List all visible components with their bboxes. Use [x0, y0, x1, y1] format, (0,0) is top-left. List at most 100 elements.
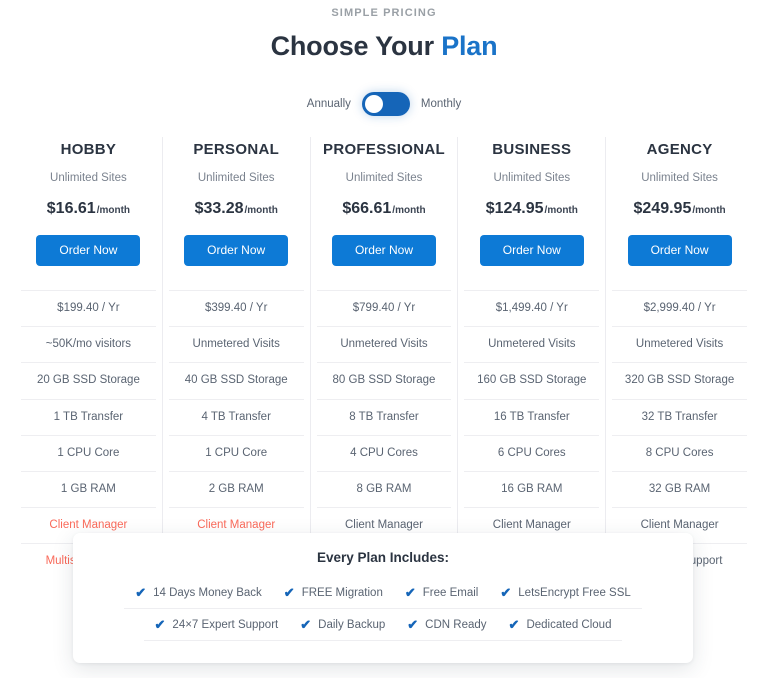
plan-price-amount: $124.95 [485, 200, 544, 217]
plan-feature-item: 16 TB Transfer [464, 398, 600, 435]
plan-name: AGENCY [646, 141, 713, 158]
plan-price-amount: $249.95 [633, 200, 692, 217]
order-now-button[interactable]: Order Now [479, 235, 584, 266]
page-title-accent: Plan [441, 31, 498, 61]
includes-grid: ✔ 14 Days Money Back ✔ FREE Migration ✔ Free … [99, 577, 667, 641]
billing-toggle-row: Annually Monthly [0, 92, 768, 116]
order-now-button[interactable]: Order Now [331, 235, 436, 266]
include-item: ✔ 14 Days Money Back [124, 577, 273, 609]
include-item-label: 14 Days Money Back [153, 586, 262, 599]
plan-price: $66.61/month [317, 200, 452, 218]
plan-feature-item: 8 GB RAM [316, 470, 452, 507]
plan-price-amount: $66.61 [342, 200, 392, 217]
include-item: ✔ Dedicated Cloud [497, 609, 623, 641]
include-item: ✔ FREE Migration [272, 577, 394, 609]
check-icon: ✔ [500, 585, 512, 600]
plan-price: $249.95/month [612, 200, 747, 218]
plan-feature-item: 1 TB Transfer [21, 398, 156, 435]
plan-feature-item: Unmetered Visits [168, 326, 304, 362]
include-item: ✔ CDN Ready [396, 609, 498, 641]
plan-price: $16.61/month [21, 200, 156, 218]
plan-price-period: /month [392, 205, 426, 216]
order-now-button[interactable]: Order Now [36, 235, 141, 266]
check-icon: ✔ [508, 617, 520, 632]
plan-feature-item: 2 GB RAM [168, 470, 304, 507]
plan-price-period: /month [96, 205, 131, 216]
plan-feature-item: 20 GB SSD Storage [21, 362, 156, 398]
plans-grid: HOBBY Unlimited Sites $16.61/month Order No… [0, 137, 768, 580]
plan-feature-item: $799.40 / Yr [316, 290, 452, 326]
plan-feature-item: 320 GB SSD Storage [612, 362, 747, 398]
plan-feature-item: ~50K/mo visitors [21, 326, 156, 362]
plan-subtitle: Unlimited Sites [50, 172, 127, 184]
plan-feature-item: Unmetered Visits [612, 326, 747, 362]
plan-feature-item: 160 GB SSD Storage [464, 362, 600, 398]
plan-column: PERSONAL Unlimited Sites $33.28/month Order… [163, 137, 311, 580]
plan-price-amount: $16.61 [46, 200, 96, 217]
plan-feature-item: Unmetered Visits [464, 326, 600, 362]
plan-column: PROFESSIONAL Unlimited Sites $66.61/month O… [311, 137, 459, 580]
plan-feature-item: $199.40 / Yr [21, 290, 156, 326]
plan-price-period: /month [544, 205, 578, 216]
every-plan-includes-panel: Every Plan Includes: ✔ 14 Days Money Back… [73, 533, 693, 663]
plan-feature-item: $1,499.40 / Yr [464, 290, 600, 326]
include-item-label: Free Email [422, 586, 479, 599]
check-icon: ✔ [154, 617, 166, 632]
include-item-label: 24×7 Expert Support [172, 618, 279, 631]
plan-price-period: /month [244, 205, 278, 216]
switch-knob[interactable] [364, 95, 383, 113]
include-item-label: LetsEncrypt Free SSL [518, 586, 631, 599]
plan-feature-item: 80 GB SSD Storage [316, 362, 452, 398]
check-icon: ✔ [407, 617, 419, 632]
check-icon: ✔ [404, 585, 416, 600]
plan-feature-item: 1 GB RAM [21, 470, 156, 507]
plan-column: AGENCY Unlimited Sites $249.95/month Order … [606, 137, 753, 579]
pricing-page: SIMPLE PRICING Choose Your Plan Annually… [0, 0, 768, 678]
plan-price-amount: $33.28 [194, 200, 244, 217]
eyebrow-label: SIMPLE PRICING [331, 7, 437, 19]
plan-feature-item: 8 CPU Cores [612, 434, 747, 471]
order-now-button[interactable]: Order Now [627, 235, 732, 266]
plan-feature-item: 6 CPU Cores [464, 434, 600, 471]
plan-subtitle: Unlimited Sites [345, 172, 423, 184]
plan-subtitle: Unlimited Sites [197, 172, 275, 184]
plan-name: PERSONAL [193, 141, 280, 158]
check-icon: ✔ [300, 617, 312, 632]
billing-toggle-monthly-label[interactable]: Monthly [421, 98, 461, 110]
billing-period-switch[interactable] [361, 92, 410, 116]
plan-feature-item: 1 CPU Core [168, 434, 304, 471]
plan-feature-item: 4 CPU Cores [316, 434, 452, 471]
plan-column: HOBBY Unlimited Sites $16.61/month Order No… [15, 137, 163, 580]
plan-feature-item: 1 CPU Core [21, 434, 156, 471]
plan-feature-item: $399.40 / Yr [168, 290, 304, 326]
plan-feature-item: 32 GB RAM [612, 470, 747, 507]
plan-feature-item: 40 GB SSD Storage [168, 362, 304, 398]
check-icon: ✔ [283, 585, 295, 600]
include-item: ✔ LetsEncrypt Free SSL [489, 577, 642, 609]
plan-feature-item: 16 GB RAM [464, 470, 600, 507]
plan-feature-item: 8 TB Transfer [316, 398, 452, 435]
plan-feature-item: $2,999.40 / Yr [612, 290, 747, 326]
includes-title: Every Plan Includes: [316, 550, 450, 565]
plan-feature-item: 4 TB Transfer [168, 398, 304, 435]
plan-price-period: /month [692, 205, 726, 216]
plan-subtitle: Unlimited Sites [493, 172, 571, 184]
include-item-label: Dedicated Cloud [526, 618, 612, 631]
include-item-label: CDN Ready [425, 618, 487, 631]
plan-price: $124.95/month [464, 200, 599, 218]
plan-column: BUSINESS Unlimited Sites $124.95/month Orde… [458, 137, 607, 580]
include-item-label: Daily Backup [318, 618, 386, 631]
check-icon: ✔ [135, 585, 147, 600]
plan-feature-item: Unmetered Visits [316, 326, 452, 362]
order-now-button[interactable]: Order Now [184, 235, 289, 266]
include-item-label: FREE Migration [301, 586, 383, 599]
plan-name: PROFESSIONAL [323, 141, 445, 158]
plan-price: $33.28/month [169, 200, 304, 218]
include-item: ✔ Free Email [393, 577, 490, 609]
plan-name: HOBBY [60, 141, 117, 158]
plan-name: BUSINESS [492, 141, 572, 158]
plan-subtitle: Unlimited Sites [641, 172, 718, 184]
billing-toggle-annually-label[interactable]: Annually [307, 98, 351, 110]
plan-feature-item: 32 TB Transfer [612, 398, 747, 435]
page-title: Choose Your Plan [0, 31, 768, 62]
